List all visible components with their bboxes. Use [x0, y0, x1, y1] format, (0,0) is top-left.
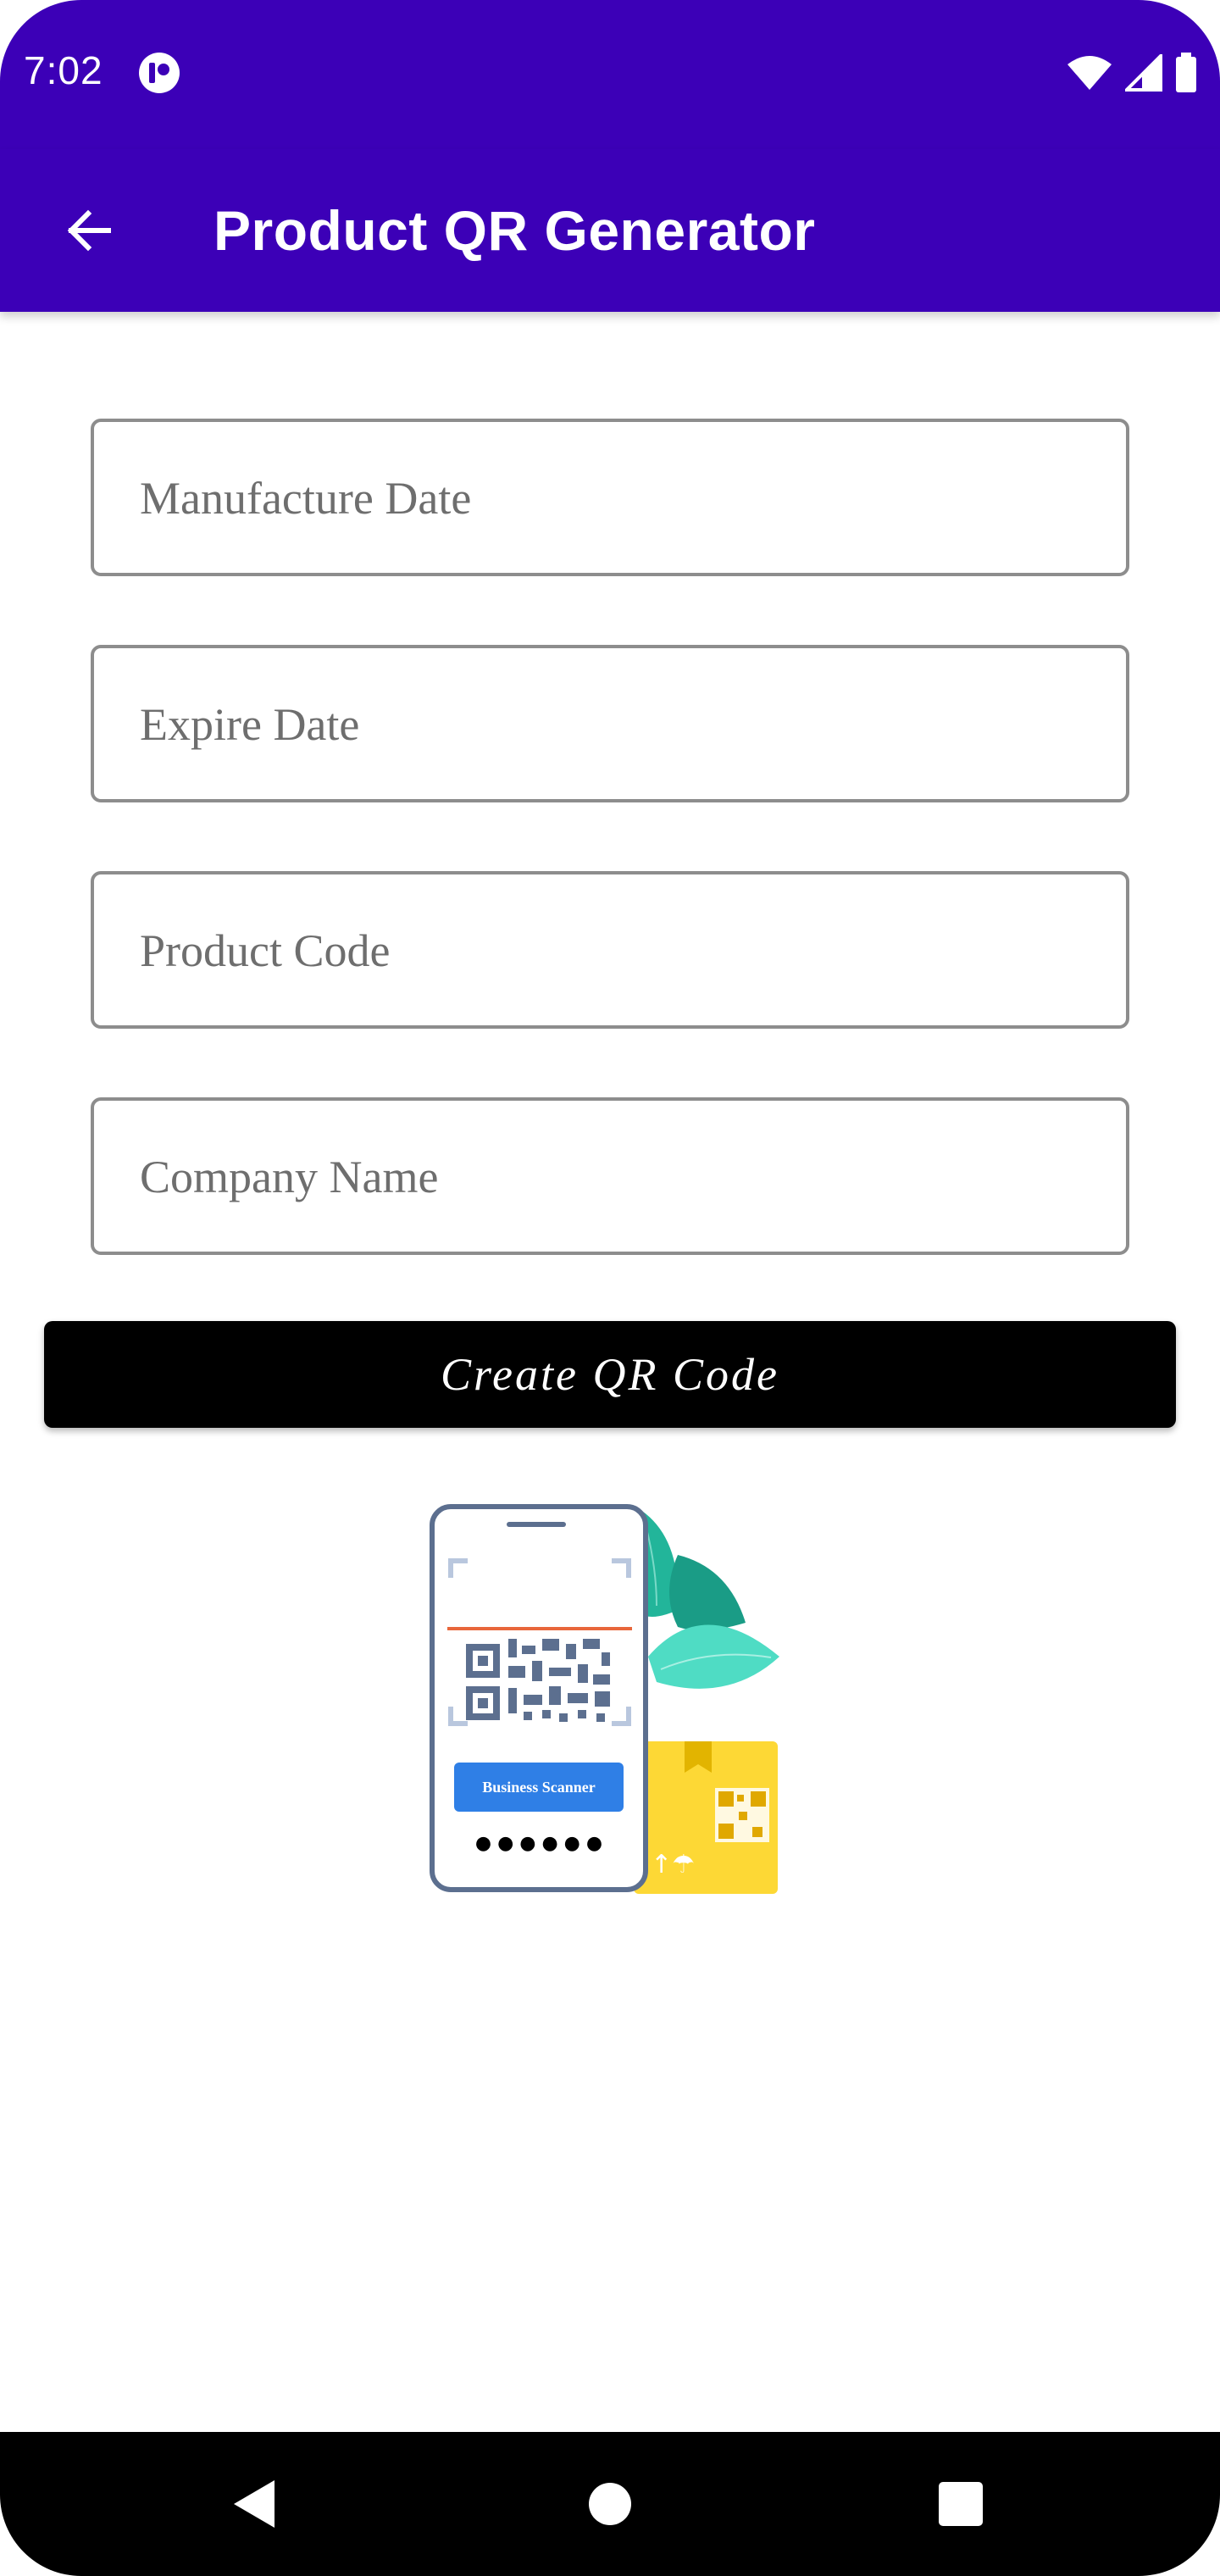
cellular-signal-icon — [1125, 54, 1162, 92]
manufacture-date-input[interactable] — [138, 422, 1090, 575]
svg-text:↑☂: ↑☂ — [651, 1850, 695, 1879]
product-code-field[interactable] — [91, 871, 1129, 1029]
expire-date-field[interactable] — [91, 645, 1129, 802]
nav-recents-button[interactable] — [918, 2462, 1003, 2546]
back-triangle-icon — [234, 2480, 274, 2528]
recents-square-icon — [939, 2482, 983, 2526]
nav-home-button[interactable] — [568, 2462, 652, 2546]
wifi-icon — [1068, 56, 1112, 90]
navigation-bar — [0, 2432, 1220, 2576]
home-circle-icon — [589, 2483, 631, 2525]
expire-date-input[interactable] — [138, 648, 1090, 801]
company-name-field[interactable] — [91, 1097, 1129, 1255]
nav-back-button[interactable] — [212, 2462, 297, 2546]
manufacture-date-field[interactable] — [91, 419, 1129, 576]
app-bar: Product QR Generator — [0, 149, 1220, 312]
status-bar: 7:02 — [0, 0, 1220, 149]
pin-dots: ● ● ● ● ● ● — [475, 1833, 602, 1854]
create-qr-code-button[interactable]: Create QR Code — [44, 1321, 1176, 1428]
package-box-graphic: ↑☂ — [634, 1741, 778, 1894]
phone-graphic: Business Scanner ● ● ● ● ● ● — [430, 1504, 648, 1892]
qr-scanner-illustration: ↑☂ Business Scanner ● ● ● ● ● ● — [430, 1504, 779, 1894]
status-time: 7:02 — [24, 48, 103, 92]
page-title: Product QR Generator — [214, 199, 816, 262]
battery-icon — [1176, 53, 1196, 92]
company-name-input[interactable] — [138, 1101, 1090, 1253]
status-icons — [1066, 51, 1198, 95]
business-scanner-label: Business Scanner — [482, 1779, 596, 1796]
product-code-input[interactable] — [138, 874, 1090, 1027]
arrow-back-icon — [67, 209, 111, 252]
back-button[interactable] — [47, 190, 129, 271]
app-notification-icon — [139, 53, 180, 93]
screen: 7:02 Product QR Generator Manufacture Da… — [0, 0, 1220, 2576]
create-qr-code-label: Create QR Code — [441, 1349, 779, 1400]
